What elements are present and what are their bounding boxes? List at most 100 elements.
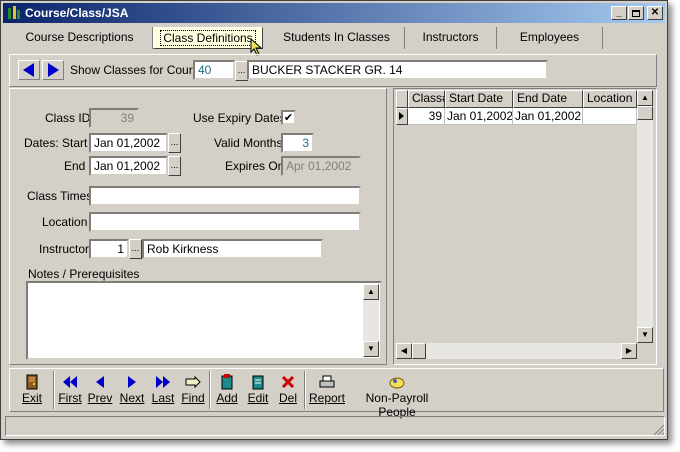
- grid-cell-location[interactable]: [583, 108, 637, 125]
- instructor-name-field[interactable]: Rob Kirkness: [142, 239, 323, 259]
- scroll-down-icon: ▼: [367, 344, 375, 353]
- minimize-button[interactable]: _: [611, 6, 627, 20]
- expires-on-field: Apr 01,2002: [281, 156, 361, 176]
- classes-grid: [396, 90, 637, 343]
- non-payroll-people-button[interactable]: Non-Payroll People: [351, 373, 443, 419]
- non-payroll-people-label: Non-Payroll People: [365, 391, 429, 419]
- report-button[interactable]: Report: [308, 373, 346, 405]
- grid-vertical-thumb[interactable]: [637, 106, 653, 120]
- expires-on-label: Expires On: [225, 159, 285, 173]
- class-times-field[interactable]: [89, 186, 361, 206]
- last-label: Last: [151, 391, 175, 405]
- delete-icon: [281, 375, 295, 389]
- tab-label: Course Descriptions: [25, 30, 134, 44]
- grid-cell-end-date[interactable]: Jan 01,2002: [513, 108, 583, 125]
- instructor-id-field[interactable]: 1: [89, 239, 129, 259]
- toolbar-separator: [209, 371, 211, 409]
- end-date-field[interactable]: Jan 01,2002: [89, 156, 168, 176]
- delete-label: Del: [278, 391, 297, 405]
- column-header-location[interactable]: Location: [583, 90, 637, 108]
- next-course-button[interactable]: [42, 60, 64, 80]
- course-name-field[interactable]: BUCKER STACKER GR. 14: [247, 60, 548, 80]
- tab-label: Class Definitions: [160, 30, 256, 46]
- first-label: First: [58, 391, 82, 405]
- tab-course-descriptions[interactable]: Course Descriptions: [7, 27, 153, 49]
- right-arrow-icon: [48, 63, 59, 77]
- toolbar-separator: [304, 371, 306, 409]
- tab-class-definitions[interactable]: Class Definitions: [153, 27, 263, 49]
- grid-scroll-right-button[interactable]: ▶: [621, 343, 637, 359]
- tab-instructors[interactable]: Instructors: [405, 27, 497, 49]
- add-record-icon: [221, 374, 233, 390]
- grid-cell-start-date[interactable]: Jan 01,2002: [445, 108, 513, 125]
- prev-button[interactable]: Prev: [87, 373, 113, 405]
- course-code-field[interactable]: 40: [193, 60, 235, 80]
- grid-scroll-down-button[interactable]: ▼: [637, 327, 653, 343]
- grid-corner: [396, 90, 408, 108]
- edit-label: Edit: [247, 391, 269, 405]
- start-date-picker-button[interactable]: ...: [168, 133, 181, 153]
- grid-horizontal-thumb[interactable]: [412, 343, 426, 359]
- class-id-field: 39: [89, 108, 139, 128]
- find-button[interactable]: Find: [180, 373, 206, 405]
- use-expiry-label: Use Expiry Dates: [193, 111, 286, 125]
- scroll-down-icon: ▼: [641, 330, 649, 339]
- delete-button[interactable]: Del: [275, 373, 301, 405]
- class-id-label: Class ID: [45, 111, 91, 125]
- instructor-label: Instructor: [39, 242, 90, 256]
- edit-button[interactable]: Edit: [245, 373, 271, 405]
- resize-grip-icon[interactable]: [653, 424, 665, 436]
- last-record-icon: [156, 376, 170, 388]
- window-title: Course/Class/JSA: [25, 6, 129, 20]
- last-button[interactable]: Last: [150, 373, 176, 405]
- add-button[interactable]: Add: [213, 373, 241, 405]
- tab-employees[interactable]: Employees: [497, 27, 603, 49]
- end-date-picker-button[interactable]: ...: [168, 156, 181, 176]
- start-date-field[interactable]: Jan 01,2002: [89, 133, 168, 153]
- title-bar[interactable]: Course/Class/JSA _ ✕: [3, 3, 665, 23]
- first-button[interactable]: First: [57, 373, 83, 405]
- first-record-icon: [63, 376, 77, 388]
- grid-scroll-left-button[interactable]: ◀: [396, 343, 412, 359]
- next-button[interactable]: Next: [118, 373, 146, 405]
- tab-label: Employees: [519, 30, 580, 44]
- location-field[interactable]: [89, 212, 361, 232]
- add-label: Add: [216, 391, 238, 405]
- tab-label: Instructors: [422, 30, 479, 44]
- notes-textarea[interactable]: [26, 281, 382, 360]
- grid-vertical-scrollbar[interactable]: [637, 90, 653, 343]
- dates-start-label: Dates: Start: [24, 136, 88, 150]
- close-icon: ✕: [650, 7, 660, 18]
- main-window: Course/Class/JSA _ ✕ Course Descriptions…: [0, 0, 668, 440]
- use-expiry-checkbox[interactable]: ✔: [281, 110, 296, 125]
- grid-horizontal-scrollbar[interactable]: [396, 343, 637, 359]
- tab-strip: Course Descriptions Class Definitions St…: [7, 27, 657, 56]
- scroll-left-icon: ◀: [400, 346, 408, 355]
- valid-months-label: Valid Months: [214, 136, 283, 150]
- tab-label: Students In Classes: [283, 30, 390, 44]
- column-header-class-no[interactable]: Class#: [408, 90, 445, 108]
- close-button[interactable]: ✕: [647, 6, 663, 20]
- prev-record-icon: [96, 376, 104, 388]
- status-bar: [5, 416, 665, 436]
- scroll-right-icon: ▶: [625, 346, 633, 355]
- valid-months-field[interactable]: 3: [281, 133, 314, 153]
- class-times-label: Class Times: [27, 189, 93, 203]
- tab-students-in-classes[interactable]: Students In Classes: [269, 27, 405, 49]
- column-header-end-date[interactable]: End Date: [513, 90, 583, 108]
- maximize-button[interactable]: [628, 6, 644, 20]
- course-label: Show Classes for Course: [70, 63, 206, 77]
- column-header-start-date[interactable]: Start Date: [445, 90, 513, 108]
- notes-scroll-up-button[interactable]: ▲: [363, 284, 379, 300]
- exit-button[interactable]: Exit: [17, 373, 47, 405]
- minimize-icon: _: [616, 7, 622, 18]
- find-label: Find: [181, 391, 205, 405]
- grid-cell-class-no[interactable]: 39: [408, 108, 445, 125]
- notes-scroll-down-button[interactable]: ▼: [363, 341, 379, 357]
- grid-scroll-up-button[interactable]: ▲: [637, 90, 653, 106]
- prev-course-button[interactable]: [18, 60, 40, 80]
- toolbar-separator: [53, 371, 55, 409]
- instructor-lookup-button[interactable]: ...: [129, 239, 142, 259]
- app-icon: [8, 6, 20, 19]
- people-icon: [389, 377, 405, 389]
